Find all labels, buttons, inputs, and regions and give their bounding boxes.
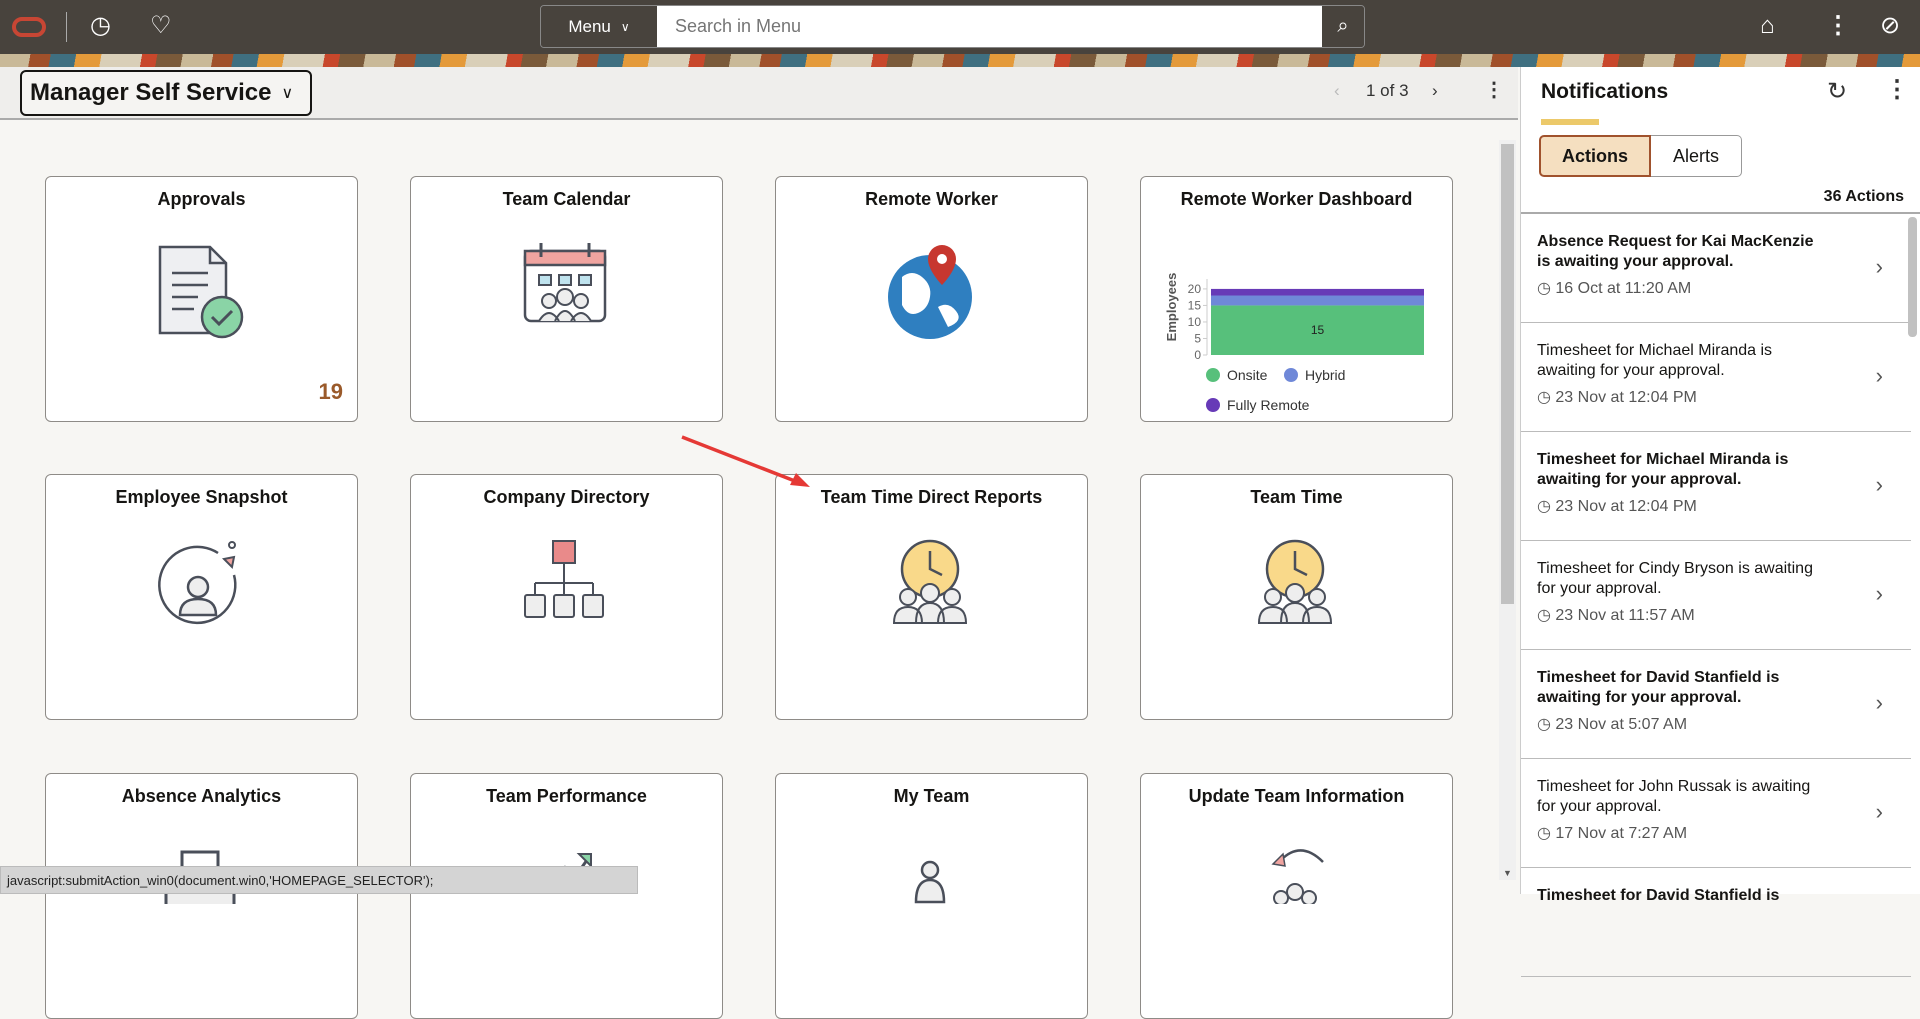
clock-icon: ◷ [1537, 280, 1556, 297]
tab-actions[interactable]: Actions [1539, 135, 1651, 177]
timestamp: 23 Nov at 12:04 PM [1555, 389, 1697, 406]
notifications-tabs: Actions Alerts [1539, 135, 1742, 177]
notification-message: Timesheet for David Stanfield is [1537, 887, 1780, 904]
notification-time: ◷ 17 Nov at 7:27 AM [1537, 823, 1831, 843]
notifications-title: Notifications [1541, 80, 1669, 103]
notification-time: ◷ 23 Nov at 12:04 PM [1537, 496, 1831, 516]
scrollbar-thumb[interactable] [1501, 144, 1514, 604]
notification-message: Absence Request for Kai MacKenzie is awa… [1537, 233, 1814, 270]
timestamp: 23 Nov at 11:57 AM [1555, 607, 1695, 624]
notification-time: ◷ 23 Nov at 12:04 PM [1537, 387, 1831, 407]
actions-count: 36 Actions [1823, 188, 1904, 205]
home-icon[interactable]: ⌂ [1760, 12, 1775, 40]
notification-item[interactable]: Timesheet for David Stanfield is [1521, 868, 1911, 977]
notification-item[interactable]: Timesheet for David Stanfield is awaitin… [1521, 650, 1911, 759]
notification-item[interactable]: Timesheet for Michael Miranda is awaitin… [1521, 323, 1911, 432]
timestamp: 23 Nov at 5:07 AM [1555, 716, 1688, 733]
clock-icon: ◷ [1537, 389, 1556, 406]
notifications-kebab-icon[interactable]: ⋮ [1885, 75, 1909, 104]
notification-item[interactable]: Absence Request for Kai MacKenzie is awa… [1521, 214, 1911, 323]
notification-message: Timesheet for David Stanfield is awaitin… [1537, 669, 1780, 706]
content-scrollbar[interactable]: ▼ [1499, 140, 1516, 880]
tab-alerts[interactable]: Alerts [1651, 135, 1742, 177]
notifications-panel: Notifications ↻ ⋮ Actions Alerts 36 Acti… [1520, 67, 1920, 977]
notification-message: Timesheet for John Russak is awaiting fo… [1537, 778, 1811, 815]
chevron-right-icon[interactable]: › [1876, 690, 1883, 716]
actions-kebab-icon[interactable]: ⋮ [1826, 12, 1850, 40]
clock-icon: ◷ [1537, 607, 1556, 624]
notification-item[interactable]: Timesheet for Michael Miranda is awaitin… [1521, 432, 1911, 541]
red-annotation-arrow [681, 435, 810, 487]
chevron-right-icon[interactable]: › [1876, 581, 1883, 607]
notification-item[interactable]: Timesheet for John Russak is awaiting fo… [1521, 759, 1911, 868]
timestamp: 16 Oct at 11:20 AM [1555, 280, 1692, 297]
timestamp: 17 Nov at 7:27 AM [1555, 825, 1688, 842]
clock-icon: ◷ [1537, 498, 1556, 515]
notification-time: ◷ 23 Nov at 11:57 AM [1537, 605, 1831, 625]
notification-item[interactable]: Timesheet for Cindy Bryson is awaiting f… [1521, 541, 1911, 650]
notification-message: Timesheet for Cindy Bryson is awaiting f… [1537, 560, 1813, 597]
notification-message: Timesheet for Michael Miranda is awaitin… [1537, 451, 1789, 488]
refresh-icon[interactable]: ↻ [1827, 77, 1847, 106]
chevron-right-icon[interactable]: › [1876, 799, 1883, 825]
notification-list: Absence Request for Kai MacKenzie is awa… [1521, 212, 1920, 977]
timestamp: 23 Nov at 12:04 PM [1555, 498, 1697, 515]
chevron-right-icon[interactable]: › [1876, 254, 1883, 280]
notification-message: Timesheet for Michael Miranda is awaitin… [1537, 342, 1773, 379]
scroll-down-arrow-icon[interactable]: ▼ [1503, 868, 1512, 878]
chevron-right-icon[interactable]: › [1876, 472, 1883, 498]
notification-time: ◷ 16 Oct at 11:20 AM [1537, 278, 1831, 298]
title-accent-bar [1541, 119, 1599, 125]
notification-time: ◷ 23 Nov at 5:07 AM [1537, 714, 1831, 734]
chevron-right-icon[interactable]: › [1876, 363, 1883, 389]
clock-icon: ◷ [1537, 825, 1556, 842]
notifications-scrollbar[interactable] [1908, 217, 1917, 337]
browser-status-bar: javascript:submitAction_win0(document.wi… [0, 866, 638, 894]
clock-icon: ◷ [1537, 716, 1556, 733]
navbar-compass-icon[interactable]: ⊘ [1880, 12, 1900, 40]
